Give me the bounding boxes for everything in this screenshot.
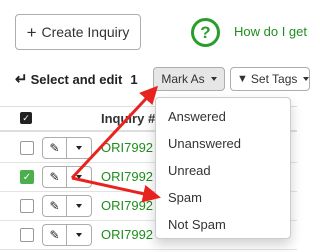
plus-icon: + (26, 22, 37, 42)
row-checkbox[interactable] (20, 228, 34, 242)
edit-pencil-icon[interactable]: ✎ (43, 138, 68, 158)
select-all-checkbox[interactable]: ✓ (20, 112, 32, 124)
caret-down-icon (76, 146, 82, 150)
row-action-group: ✎ (42, 224, 92, 246)
row-action-group: ✎ (42, 166, 92, 188)
menu-item-spam[interactable]: Spam (156, 184, 290, 211)
caret-down-icon (76, 175, 82, 179)
inquiry-link[interactable]: ORI7992 (101, 140, 153, 155)
row-checkbox[interactable]: ✓ (20, 170, 34, 184)
row-checkbox[interactable] (20, 199, 34, 213)
help-icon[interactable]: ? (191, 18, 220, 47)
caret-down-icon (303, 77, 309, 81)
mark-as-button[interactable]: Mark As (153, 67, 225, 91)
select-and-edit-label: ↵ Select and edit 1 (15, 71, 138, 88)
caret-down-icon (76, 204, 82, 208)
row-checkbox[interactable] (20, 141, 34, 155)
inquiry-link[interactable]: ORI7992 (101, 227, 153, 242)
row-dropdown-toggle[interactable] (67, 196, 91, 216)
create-inquiry-button[interactable]: + Create Inquiry (15, 14, 141, 50)
create-inquiry-label: Create Inquiry (41, 24, 130, 40)
mark-as-dropdown-menu: Answered Unanswered Unread Spam Not Spam (155, 97, 291, 239)
column-header-inquiry: Inquiry # (101, 111, 156, 126)
menu-item-unread[interactable]: Unread (156, 157, 290, 184)
set-tags-button[interactable]: ▼ Set Tags (230, 67, 310, 91)
row-action-group: ✎ (42, 195, 92, 217)
row-dropdown-toggle[interactable] (67, 225, 91, 245)
edit-pencil-icon[interactable]: ✎ (43, 167, 68, 187)
inquiry-link[interactable]: ORI7992 (101, 198, 153, 213)
tag-icon: ▼ (237, 73, 248, 85)
help-link[interactable]: How do I get (234, 24, 307, 39)
menu-item-not-spam[interactable]: Not Spam (156, 211, 290, 238)
caret-down-icon (210, 77, 217, 81)
menu-item-answered[interactable]: Answered (156, 103, 290, 130)
edit-pencil-icon[interactable]: ✎ (43, 225, 68, 245)
row-dropdown-toggle[interactable] (67, 167, 91, 187)
caret-down-icon (76, 233, 82, 237)
row-dropdown-toggle[interactable] (67, 138, 91, 158)
edit-pencil-icon[interactable]: ✎ (43, 196, 68, 216)
menu-item-unanswered[interactable]: Unanswered (156, 130, 290, 157)
inquiry-link[interactable]: ORI7992 (101, 169, 153, 184)
sort-arrow-icon: ↵ (15, 71, 28, 88)
selected-count: 1 (130, 71, 138, 87)
row-action-group: ✎ (42, 137, 92, 159)
